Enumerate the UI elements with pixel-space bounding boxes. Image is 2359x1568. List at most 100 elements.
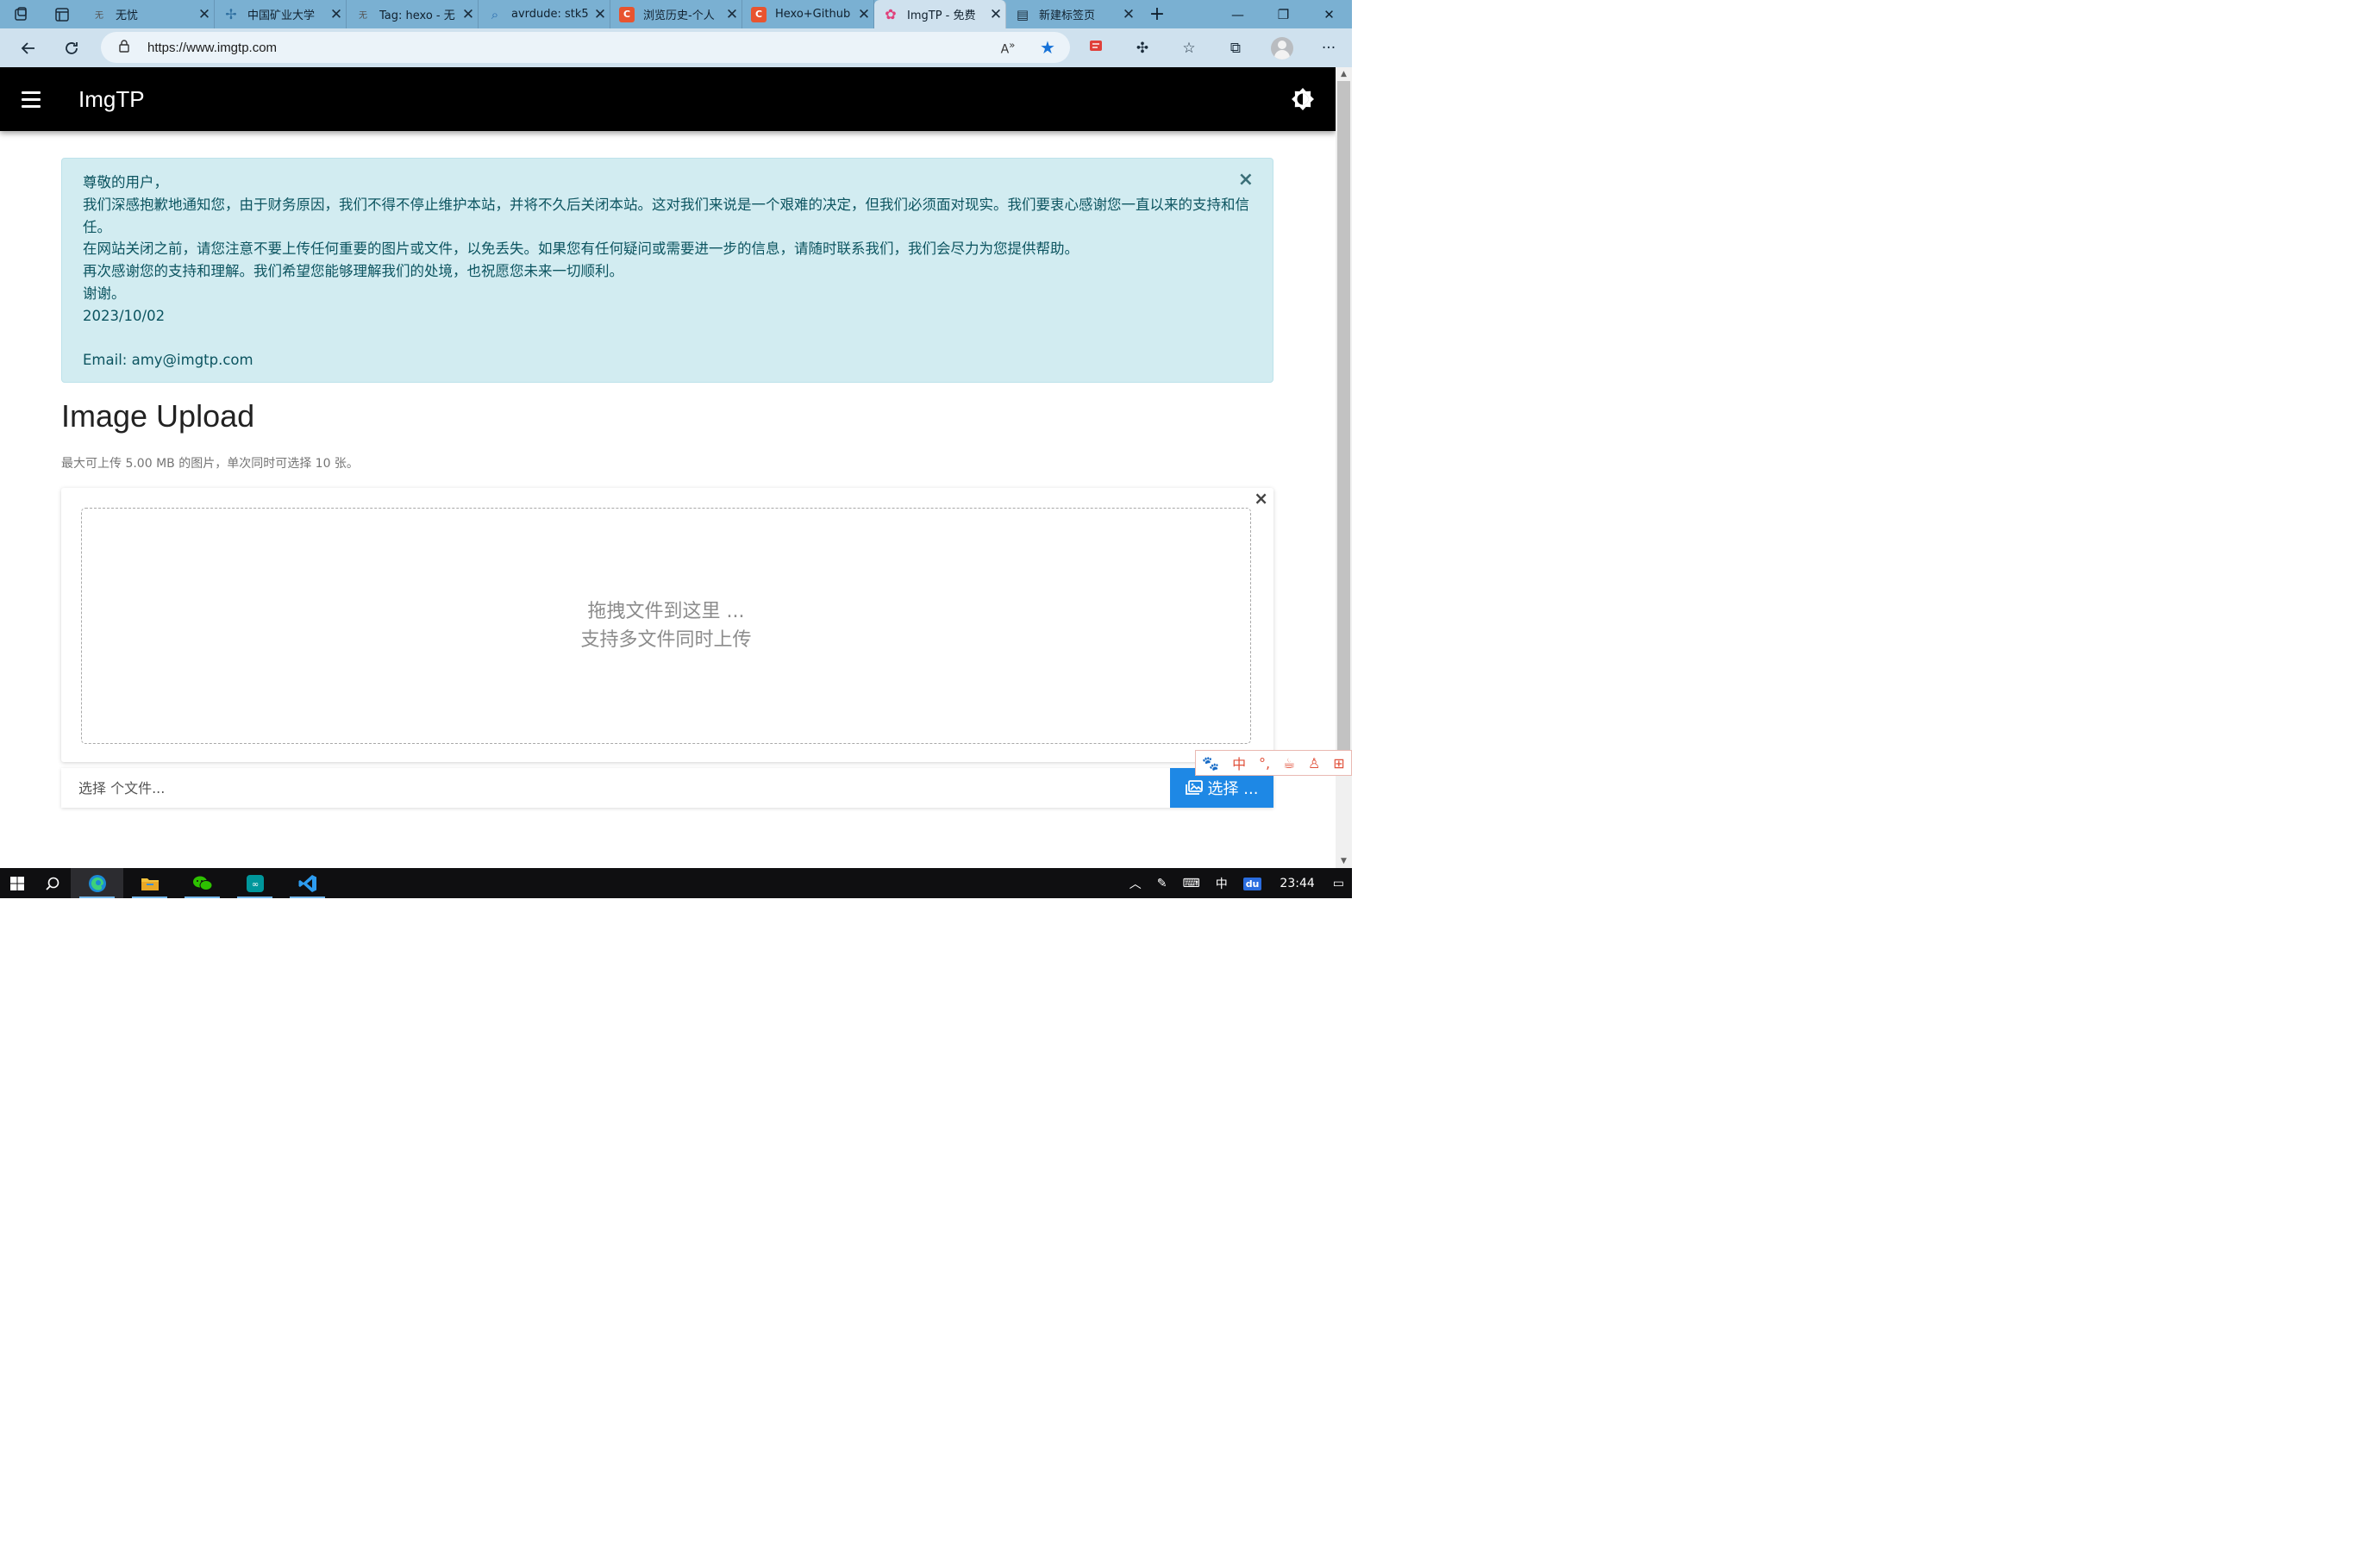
url-box[interactable]: https://www.imgtp.com A» ★ xyxy=(101,32,1070,63)
browser-tab-active[interactable]: ✿ ImgTP - 免费 ✕ xyxy=(874,0,1006,28)
baidu-ime-icon[interactable]: du xyxy=(1236,877,1270,890)
notice-line: 在网站关闭之前，请您注意不要上传任何重要的图片或文件，以免丢失。如果您有任何疑问… xyxy=(83,241,1079,258)
extensions-puzzle-icon[interactable]: ✣ xyxy=(1119,40,1166,57)
menu-icon[interactable] xyxy=(22,91,53,108)
notification-center-icon[interactable]: ▭ xyxy=(1325,877,1352,890)
tab-strip: 无 无忧 ✕ ✢ 中国矿业大学 ✕ 无 Tag: hexo - 无 ✕ ⌕ av… xyxy=(0,0,1352,28)
browser-tab[interactable]: ▤ 新建标签页 ✕ xyxy=(1006,0,1138,28)
browser-tab[interactable]: ⌕ avrdude: stk5 ✕ xyxy=(479,0,610,28)
scrollbar-thumb[interactable] xyxy=(1337,81,1350,769)
browser-tab[interactable]: C 浏览历史-个人 ✕ xyxy=(610,0,742,28)
notice-line: 尊敬的用户， xyxy=(83,174,168,191)
ime-skin-icon[interactable]: ☕ xyxy=(1283,755,1295,772)
minimize-icon[interactable]: — xyxy=(1215,0,1261,28)
pen-icon[interactable]: ✎ xyxy=(1149,877,1175,890)
page-title: Image Upload xyxy=(61,398,255,434)
ime-toolbar: 🐾 中 °, ☕ ♙ ⊞ xyxy=(1195,750,1352,776)
images-icon xyxy=(1185,780,1203,795)
close-window-icon[interactable]: ✕ xyxy=(1306,0,1352,28)
browser-tab[interactable]: 无 无忧 ✕ xyxy=(83,0,215,28)
workspaces-icon[interactable] xyxy=(0,0,41,28)
close-tab-icon[interactable]: ✕ xyxy=(195,6,214,23)
browser-tab[interactable]: ✢ 中国矿业大学 ✕ xyxy=(215,0,347,28)
url-text[interactable]: https://www.imgtp.com xyxy=(147,41,991,55)
tab-favicon: ⌕ xyxy=(491,6,499,22)
tab-title: 中国矿业大学 xyxy=(247,9,316,22)
notice-line: 谢谢。 xyxy=(83,284,126,302)
page-scrollbar[interactable]: ▲ ▼ xyxy=(1336,67,1352,868)
close-tab-icon[interactable]: ✕ xyxy=(459,6,478,23)
favorites-icon[interactable]: ☆ xyxy=(1166,40,1212,57)
wechat-icon[interactable] xyxy=(176,868,228,898)
extension-red-icon[interactable] xyxy=(1073,38,1119,58)
clear-dropzone-icon[interactable]: × xyxy=(1254,488,1268,509)
close-tab-icon[interactable]: ✕ xyxy=(854,6,873,23)
taskbar-search-icon[interactable] xyxy=(34,868,71,898)
taskbar-clock[interactable]: 23:44 xyxy=(1269,877,1324,890)
ime-paw-icon[interactable]: 🐾 xyxy=(1202,755,1219,772)
ime-grid-icon[interactable]: ⊞ xyxy=(1333,755,1344,772)
tab-title: 新建标签页 xyxy=(1039,9,1096,22)
browser-toolbar: ✣ ☆ ⧉ ··· xyxy=(1073,28,1352,67)
file-picker-row: 选择 ... xyxy=(61,768,1273,808)
ime-user-icon[interactable]: ♙ xyxy=(1308,755,1320,772)
vscode-icon[interactable] xyxy=(281,868,334,898)
tab-title: 浏览历史-个人 xyxy=(643,9,715,22)
restore-icon[interactable]: ❐ xyxy=(1261,0,1306,28)
notice-email: Email: amy@imgtp.com xyxy=(83,352,253,369)
edge-app-icon[interactable] xyxy=(71,868,123,898)
keyboard-icon[interactable]: ⌨ xyxy=(1174,877,1207,890)
dropzone-subtext: 支持多文件同时上传 xyxy=(580,629,752,651)
tab-favicon: C xyxy=(619,6,635,22)
close-tab-icon[interactable]: ✕ xyxy=(1119,6,1138,23)
tab-favicon: 无 xyxy=(95,11,103,21)
upload-hint: 最大可上传 5.00 MB 的图片，单次同时可选择 10 张。 xyxy=(61,457,359,471)
closure-notice: 尊敬的用户， 我们深感抱歉地通知您，由于财务原因，我们不得不停止维护本站，并将不… xyxy=(61,158,1273,383)
ime-punctuation-icon[interactable]: °, xyxy=(1259,755,1270,772)
notice-date: 2023/10/02 xyxy=(83,307,166,324)
site-navbar: ImgTP xyxy=(0,67,1336,131)
collections-icon[interactable]: ⧉ xyxy=(1212,40,1259,57)
show-hidden-icons[interactable]: ︿ xyxy=(1122,875,1149,892)
ime-chinese-mode[interactable]: 中 xyxy=(1232,753,1246,773)
theme-toggle-icon[interactable] xyxy=(1291,87,1315,111)
read-aloud-icon[interactable]: A» xyxy=(991,39,1025,57)
window-controls: — ❐ ✕ xyxy=(1215,0,1352,28)
file-caption-input[interactable] xyxy=(61,768,1170,808)
refresh-icon[interactable] xyxy=(50,28,93,67)
notice-line: 我们深感抱歉地通知您，由于财务原因，我们不得不停止维护本站，并将不久后关闭本站。… xyxy=(83,196,1249,235)
new-tab-button[interactable]: + xyxy=(1138,0,1176,28)
file-explorer-icon[interactable] xyxy=(123,868,176,898)
close-tab-icon[interactable]: ✕ xyxy=(591,6,610,23)
tab-title: Hexo+Github xyxy=(775,8,851,21)
notice-line: 再次感谢您的支持和理解。我们希望您能够理解我们的处境，也祝愿您未来一切顺利。 xyxy=(83,263,623,280)
lock-icon[interactable] xyxy=(101,39,147,56)
back-icon[interactable] xyxy=(7,28,50,67)
page-viewport: ImgTP 尊敬的用户， 我们深感抱歉地通知您，由于财务原因，我们不得不停止维护… xyxy=(0,67,1336,868)
browser-tab[interactable]: C Hexo+Github ✕ xyxy=(742,0,874,28)
site-brand[interactable]: ImgTP xyxy=(78,86,145,113)
arduino-icon[interactable]: ∞ xyxy=(228,868,281,898)
close-tab-icon[interactable]: ✕ xyxy=(986,6,1005,23)
close-notice-icon[interactable]: × xyxy=(1238,169,1254,191)
profile-avatar[interactable] xyxy=(1259,36,1305,59)
windows-start-icon[interactable] xyxy=(0,868,34,898)
file-dropzone[interactable]: 拖拽文件到这里 ... 支持多文件同时上传 xyxy=(81,508,1251,744)
favorite-star-icon[interactable]: ★ xyxy=(1025,37,1070,58)
choose-files-label: 选择 ... xyxy=(1207,780,1259,798)
tab-favicon: ▤ xyxy=(1016,6,1029,22)
input-language-indicator[interactable]: 中 xyxy=(1208,875,1236,892)
close-tab-icon[interactable]: ✕ xyxy=(327,6,346,23)
close-tab-icon[interactable]: ✕ xyxy=(723,6,741,23)
tab-actions-icon[interactable] xyxy=(41,0,83,28)
tab-favicon: ✢ xyxy=(225,6,237,22)
tab-title: avrdude: stk5 xyxy=(511,8,589,21)
scroll-down-icon[interactable]: ▼ xyxy=(1336,854,1352,868)
browser-tab[interactable]: 无 Tag: hexo - 无 ✕ xyxy=(347,0,479,28)
more-menu-icon[interactable]: ··· xyxy=(1305,40,1352,57)
windows-taskbar: ∞ ︿ ✎ ⌨ 中 du 23:44 ▭ xyxy=(0,868,1352,898)
scroll-up-icon[interactable]: ▲ xyxy=(1336,67,1352,81)
address-bar: https://www.imgtp.com A» ★ ✣ ☆ ⧉ ··· xyxy=(0,28,1352,67)
system-tray: ︿ ✎ ⌨ 中 du 23:44 ▭ xyxy=(1122,868,1352,898)
svg-text:∞: ∞ xyxy=(251,880,258,890)
